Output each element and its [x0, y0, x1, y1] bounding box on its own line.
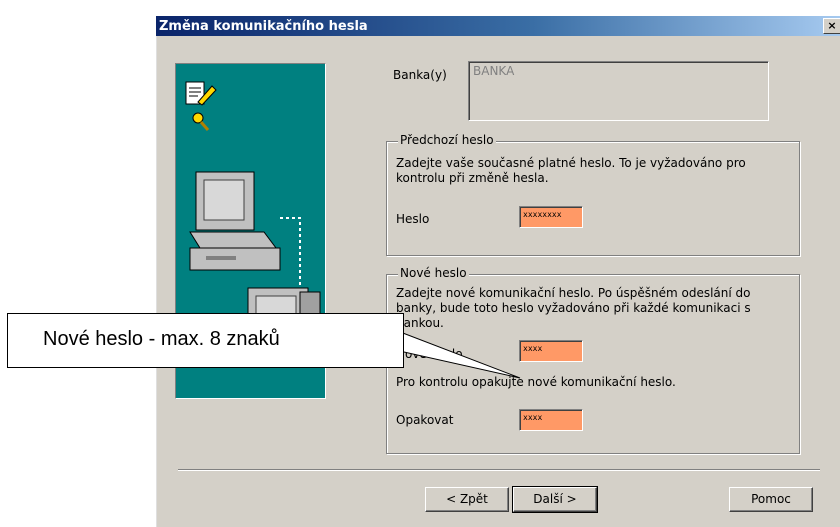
callout-pointer-cover: [400, 331, 402, 349]
